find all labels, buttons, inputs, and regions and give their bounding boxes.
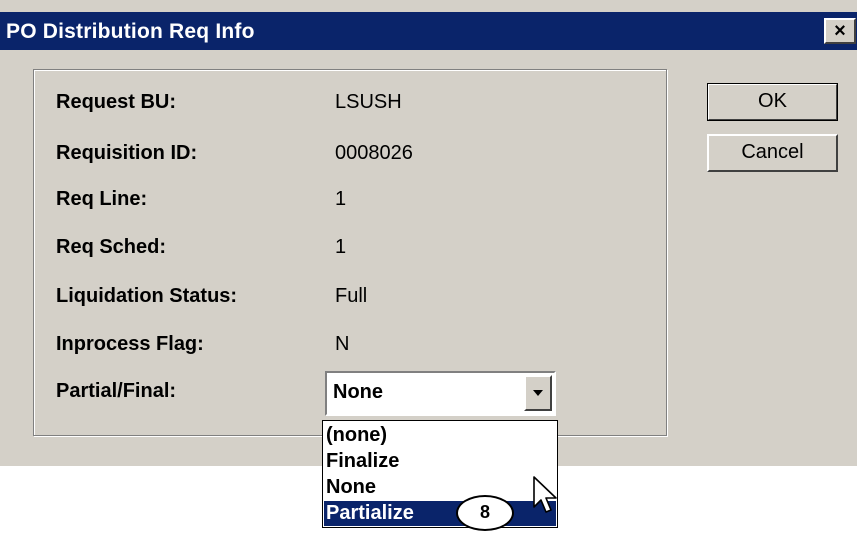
close-button[interactable]: × <box>824 18 856 44</box>
request-bu-value: LSUSH <box>335 91 402 113</box>
req-sched-value: 1 <box>335 236 347 258</box>
req-line-label: Req Line: <box>56 188 148 210</box>
po-distribution-dialog: PO Distribution Req Info × Request BU: L… <box>0 0 857 466</box>
requisition-id-label: Requisition ID: <box>56 142 198 164</box>
cancel-button[interactable]: Cancel <box>707 134 838 172</box>
liquidation-status-value: Full <box>335 285 368 307</box>
chevron-down-icon <box>533 390 543 396</box>
window-title: PO Distribution Req Info <box>6 20 255 43</box>
inprocess-flag-label: Inprocess Flag: <box>56 333 204 355</box>
partial-final-dropdown-list: (none) Finalize None Partialize <box>322 420 558 528</box>
option-none[interactable]: None <box>326 475 376 500</box>
partial-final-selected-value: None <box>333 381 383 403</box>
ok-button[interactable]: OK <box>707 83 838 121</box>
dropdown-arrow-button[interactable] <box>524 375 552 411</box>
liquidation-status-label: Liquidation Status: <box>56 285 238 307</box>
mouse-pointer-icon <box>533 476 557 513</box>
req-sched-label: Req Sched: <box>56 236 167 258</box>
partial-final-select[interactable]: None <box>325 371 556 416</box>
requisition-id-value: 0008026 <box>335 142 413 164</box>
option-finalize[interactable]: Finalize <box>326 449 399 474</box>
req-line-value: 1 <box>335 188 347 210</box>
step-callout: 8 <box>456 495 514 531</box>
partial-final-label: Partial/Final: <box>56 380 177 402</box>
close-icon: × <box>834 20 846 42</box>
title-bar: PO Distribution Req Info × <box>0 12 857 50</box>
option-partialize[interactable]: Partialize <box>324 501 556 526</box>
inprocess-flag-value: N <box>335 333 350 355</box>
request-bu-label: Request BU: <box>56 91 177 113</box>
option-none-paren[interactable]: (none) <box>326 423 387 448</box>
